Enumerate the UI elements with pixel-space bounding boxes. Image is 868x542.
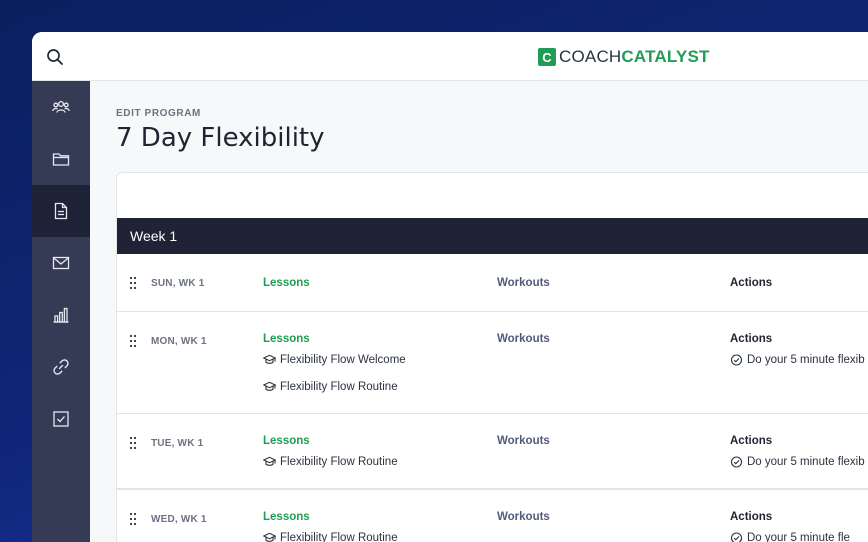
workouts-header[interactable]: Workouts [497,333,550,345]
lesson-title: Flexibility Flow Routine [280,532,398,542]
drag-handle-icon[interactable] [129,276,137,290]
logo-mark: C [538,48,556,66]
day-row-wed: WED, WK 1 Lessons Workouts Actions Flexi… [117,489,868,542]
sidebar-item-tasks[interactable] [32,393,90,445]
sidebar [32,81,90,542]
lesson-title: Flexibility Flow Welcome [280,354,406,366]
day-row-tue: TUE, WK 1 Lessons Workouts Actions Flexi… [117,414,868,489]
sidebar-item-programs[interactable] [32,185,90,237]
users-icon [52,100,70,113]
main-content: EDIT PROGRAM 7 Day Flexibility Week 1 SU… [90,81,868,542]
sidebar-item-reports[interactable] [32,289,90,341]
search-icon[interactable] [46,48,64,66]
lesson-item[interactable]: Flexibility Flow Routine [263,381,398,393]
actions-header[interactable]: Actions [730,511,772,523]
drag-handle-icon[interactable] [129,436,137,450]
actions-header[interactable]: Actions [730,333,772,345]
lesson-item[interactable]: Flexibility Flow Welcome [263,354,406,366]
lessons-header[interactable]: Lessons [263,333,310,345]
graduation-cap-icon [263,456,276,466]
check-circle-icon [730,532,743,542]
drag-handle-icon[interactable] [129,512,137,526]
coach-catalyst-logo[interactable]: C COACHCATALYST [538,47,710,67]
action-title: Do your 5 minute flexib [747,456,865,468]
day-label: MON, WK 1 [151,336,207,347]
sidebar-item-messages[interactable] [32,237,90,289]
graduation-cap-icon [263,381,276,391]
mail-icon [52,256,70,270]
drag-handle-icon[interactable] [129,334,137,348]
workouts-header[interactable]: Workouts [497,435,550,447]
actions-header[interactable]: Actions [730,435,772,447]
actions-header[interactable]: Actions [730,277,772,289]
workouts-header[interactable]: Workouts [497,511,550,523]
logo-text: COACHCATALYST [559,47,710,66]
lesson-title: Flexibility Flow Routine [280,456,398,468]
checkbox-icon [53,411,69,427]
page-eyebrow: EDIT PROGRAM [116,108,201,119]
lesson-item[interactable]: Flexibility Flow Routine [263,532,398,542]
lesson-item[interactable]: Flexibility Flow Routine [263,456,398,468]
sidebar-item-clients[interactable] [32,81,90,133]
check-circle-icon [730,354,743,366]
sidebar-item-links[interactable] [32,341,90,393]
app-window: C COACHCATALYST EDIT PROGRAM 7 Day Flexi… [32,32,868,542]
day-label: SUN, WK 1 [151,278,205,289]
lessons-header[interactable]: Lessons [263,511,310,523]
day-label: WED, WK 1 [151,514,207,525]
folder-icon [52,153,70,166]
top-bar: C COACHCATALYST [32,32,868,81]
link-icon [53,359,69,375]
week-label: Week 1 [130,228,178,244]
workouts-header[interactable]: Workouts [497,277,550,289]
day-row-mon: MON, WK 1 Lessons Workouts Actions Flexi… [117,312,868,414]
action-title: Do your 5 minute fle [747,532,850,542]
week-header[interactable]: Week 1 [117,218,868,254]
action-title: Do your 5 minute flexib [747,354,865,366]
sidebar-item-folders[interactable] [32,133,90,185]
lessons-header[interactable]: Lessons [263,435,310,447]
action-item[interactable]: Do your 5 minute fle [730,532,850,542]
document-icon [54,202,68,220]
lessons-header[interactable]: Lessons [263,277,310,289]
lesson-title: Flexibility Flow Routine [280,381,398,393]
chart-icon [53,307,69,323]
day-row-sun: SUN, WK 1 Lessons Workouts Actions [117,254,868,312]
check-circle-icon [730,456,743,468]
graduation-cap-icon [263,354,276,364]
graduation-cap-icon [263,532,276,542]
program-card: Week 1 SUN, WK 1 Lessons Workouts Action… [116,172,868,542]
page-title: 7 Day Flexibility [116,123,325,153]
action-item[interactable]: Do your 5 minute flexib [730,354,865,366]
day-label: TUE, WK 1 [151,438,204,449]
action-item[interactable]: Do your 5 minute flexib [730,456,865,468]
